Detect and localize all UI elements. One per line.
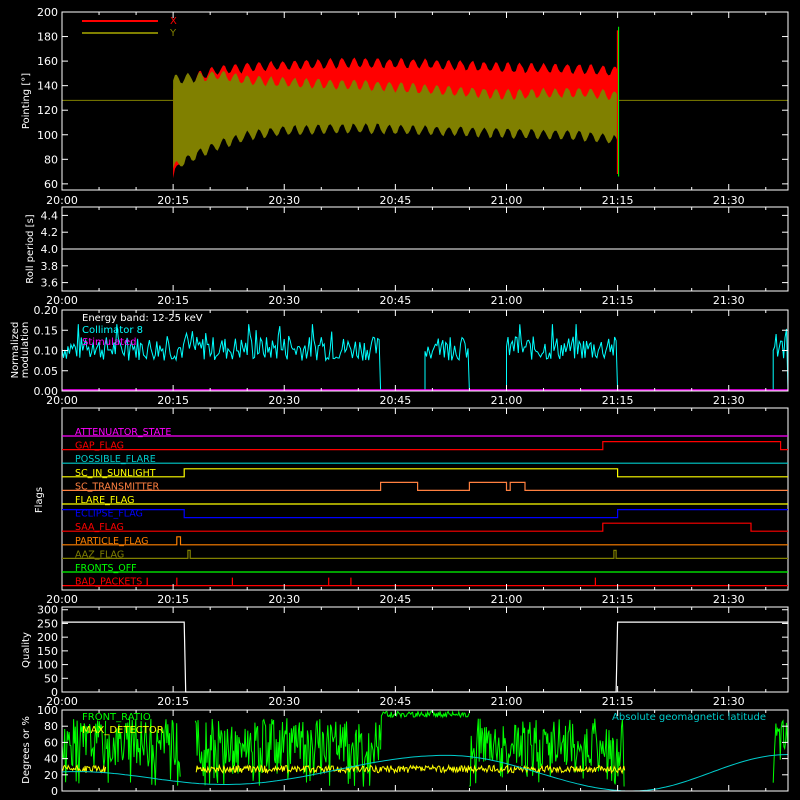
x-tick-label: 20:30 — [268, 593, 300, 606]
y-tick-label: 200 — [37, 631, 58, 644]
geomagnetic-ylabel: Degrees or % — [21, 716, 32, 784]
x-tick-label: 21:15 — [602, 394, 634, 407]
x-tick-label: 21:30 — [713, 593, 745, 606]
y-tick-label: 80 — [44, 153, 58, 166]
legend-collimator-8-label: Collimator 8 — [82, 325, 143, 336]
y-tick-label: 120 — [37, 104, 58, 117]
y-tick-label: 250 — [37, 617, 58, 630]
legend-x-label: X — [170, 16, 177, 27]
y-tick-label: 40 — [44, 753, 58, 766]
y-tick-label: 3.6 — [41, 277, 59, 290]
y-tick-label: 100 — [37, 704, 58, 717]
x-tick-label: 21:15 — [602, 695, 634, 708]
x-tick-label: 21:00 — [491, 593, 523, 606]
flag-label: ECLIPSE_FLAG — [75, 509, 143, 520]
quality-ylabel: Quality — [21, 632, 32, 668]
x-tick-label: 20:45 — [380, 593, 412, 606]
y-tick-label: 100 — [37, 129, 58, 142]
modulation-ylabel-line2: modulation — [20, 322, 31, 379]
y-tick-label: 0.05 — [34, 365, 59, 378]
y-tick-label: 20 — [44, 769, 58, 782]
legend-y-label: Y — [169, 28, 177, 39]
x-tick-label: 20:30 — [268, 194, 300, 207]
x-tick-label: 21:00 — [491, 695, 523, 708]
y-tick-label: 4.0 — [41, 243, 59, 256]
x-tick-label: 21:30 — [713, 695, 745, 708]
x-tick-label: 21:30 — [713, 294, 745, 307]
x-tick-label: 21:15 — [602, 593, 634, 606]
legend-max-detector-label: MAX_DETECTOR — [82, 725, 164, 736]
x-tick-label: 20:45 — [380, 695, 412, 708]
x-tick-label: 20:00 — [46, 394, 78, 407]
y-tick-label: 4.4 — [41, 209, 59, 222]
y-tick-label: 300 — [37, 604, 58, 617]
y-tick-label: 100 — [37, 659, 58, 672]
legend-geomagnetic-latitude-label: Absolute geomagnetic latitude — [612, 712, 766, 723]
y-tick-label: 60 — [44, 178, 58, 191]
x-tick-label: 21:00 — [491, 394, 523, 407]
x-tick-label: 21:30 — [713, 194, 745, 207]
legend-front-ratio-label: FRONT_RATIO — [82, 712, 151, 723]
x-tick-label: 20:15 — [157, 394, 189, 407]
x-tick-label: 21:00 — [491, 294, 523, 307]
x-tick-label: 20:45 — [380, 194, 412, 207]
flags-ylabel: Flags — [34, 487, 45, 513]
hessi-quicklook-figure: 6080100120140160180200 20:00 20:15 20:30 20… — [0, 0, 800, 800]
legend-stimulated-label: Stimulated — [82, 337, 136, 348]
x-tick-label: 20:45 — [380, 294, 412, 307]
x-tick-label: 21:00 — [491, 194, 523, 207]
y-tick-label: 160 — [37, 55, 58, 68]
x-tick-label: 20:30 — [268, 695, 300, 708]
energy-band-annotation: Energy band: 12-25 keV — [82, 313, 203, 324]
y-tick-label: 0.15 — [34, 324, 59, 337]
y-tick-label: 60 — [44, 736, 58, 749]
x-tick-label: 20:15 — [157, 695, 189, 708]
y-tick-label: 0 — [51, 785, 58, 798]
y-tick-label: 0.10 — [34, 345, 59, 358]
y-tick-label: 140 — [37, 80, 58, 93]
y-tick-label: 3.8 — [41, 260, 59, 273]
x-tick-label: 20:15 — [157, 194, 189, 207]
y-tick-label: 80 — [44, 720, 58, 733]
x-tick-label: 21:15 — [602, 294, 634, 307]
x-tick-label: 20:30 — [268, 294, 300, 307]
roll-period-ylabel: Roll period [s] — [25, 214, 36, 283]
y-tick-label: 180 — [37, 31, 58, 44]
x-tick-label: 21:30 — [713, 394, 745, 407]
x-tick-label: 20:00 — [46, 194, 78, 207]
x-tick-label: 20:45 — [380, 394, 412, 407]
y-tick-label: 50 — [44, 672, 58, 685]
y-tick-label: 150 — [37, 645, 58, 658]
x-tick-label: 20:15 — [157, 294, 189, 307]
y-tick-label: 4.2 — [41, 226, 59, 239]
pointing-ylabel: Pointing [°] — [21, 73, 32, 129]
x-tick-label: 21:15 — [602, 194, 634, 207]
y-tick-label: 200 — [37, 6, 58, 19]
y-tick-label: 0.20 — [34, 304, 59, 317]
x-tick-label: 20:30 — [268, 394, 300, 407]
x-tick-label: 20:15 — [157, 593, 189, 606]
